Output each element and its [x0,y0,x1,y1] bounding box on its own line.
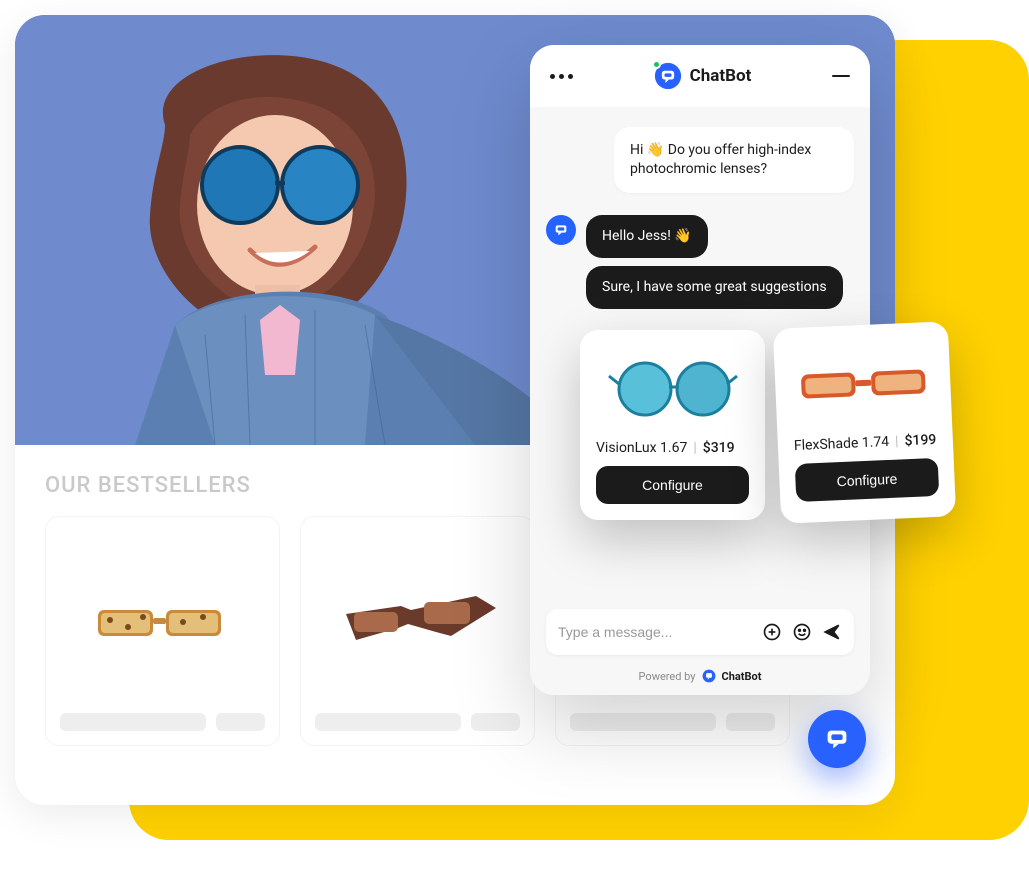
product-name: VisionLux 1.67 [596,440,687,456]
configure-button[interactable]: Configure [596,466,749,504]
product-card: VisionLux 1.67 | $319 Configure [580,330,765,520]
chat-launcher-button[interactable] [808,710,866,768]
bot-avatar-icon [546,215,576,245]
product-name: FlexShade 1.74 [794,434,890,454]
bestseller-tile[interactable] [300,516,535,746]
chat-menu-icon[interactable] [550,74,573,79]
bot-message: Sure, I have some great suggestions [586,266,843,309]
product-title-row: VisionLux 1.67 | $319 [596,440,749,456]
placeholder [60,713,206,731]
emoji-icon[interactable] [792,622,812,642]
footer-brand: ChatBot [722,670,762,683]
user-message: Hi 👋 Do you offer high-index photochromi… [614,127,854,193]
send-icon[interactable] [822,622,842,642]
product-price: $199 [904,432,936,449]
placeholder [315,713,461,731]
chat-footer: Powered by ChatBot [530,663,870,695]
add-attachment-icon[interactable] [762,622,782,642]
footer-label: Powered by [639,670,696,683]
chat-header: ChatBot [530,45,870,107]
product-image [338,531,498,713]
chat-title: ChatBot [690,66,752,86]
bestseller-tile[interactable] [45,516,280,746]
product-image [88,531,238,713]
product-card-carousel: VisionLux 1.67 | $319 Configure FlexShad… [580,330,952,520]
bot-message-group: Hello Jess! 👋 Sure, I have some great su… [546,215,854,309]
minimize-icon[interactable] [832,75,850,77]
placeholder [726,713,775,731]
chat-input-container [546,609,854,655]
product-image [596,344,749,434]
chat-input[interactable] [558,624,762,640]
chat-brand: ChatBot [654,62,752,90]
product-card: FlexShade 1.74 | $199 Configure [773,321,956,523]
product-price: $319 [703,440,735,456]
product-image [789,336,936,432]
placeholder [216,713,265,731]
placeholder [570,713,716,731]
placeholder [471,713,520,731]
product-title-row: FlexShade 1.74 | $199 [794,432,938,454]
bot-message: Hello Jess! 👋 [586,215,708,258]
configure-button[interactable]: Configure [795,458,940,502]
chatbot-logo-icon [654,62,682,90]
